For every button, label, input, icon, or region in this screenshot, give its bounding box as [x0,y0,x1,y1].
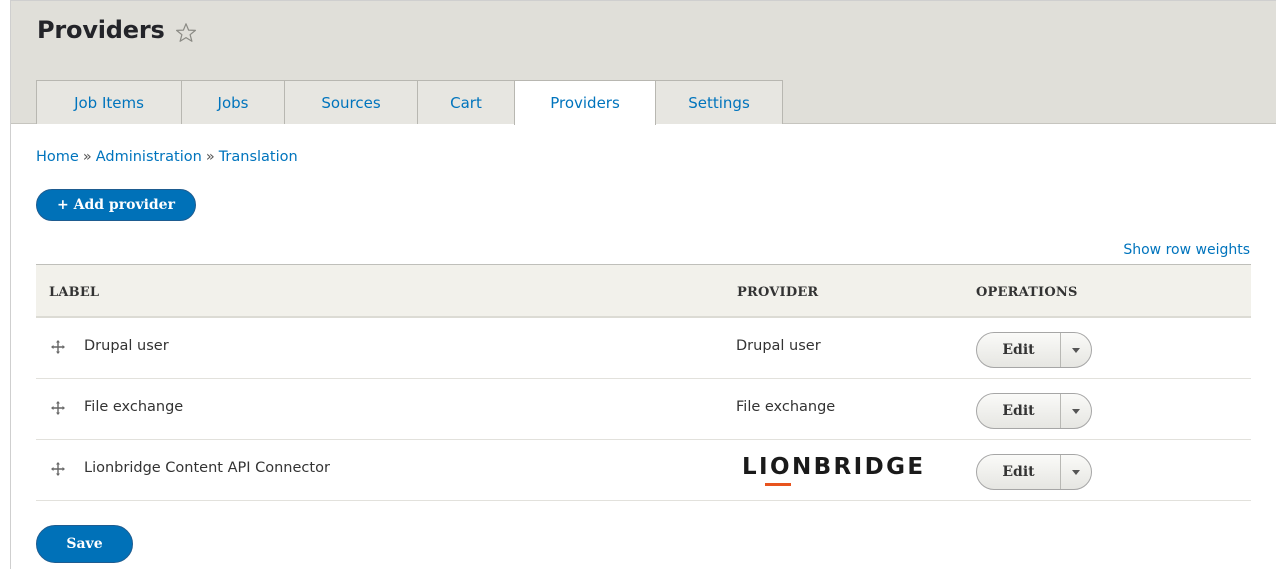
column-header-operations: OPERATIONS [976,285,1078,300]
lionbridge-logo-text: LIONBRIDGE [742,454,926,480]
tab-job-items[interactable]: Job Items [36,80,182,124]
save-button[interactable]: Save [36,525,133,563]
caret-down-icon [1072,408,1080,414]
row-label: Drupal user [84,338,169,354]
operations-dropbutton: Edit [976,454,1092,490]
providers-table: LABEL PROVIDER OPERATIONS Drupal user Dr… [36,264,1251,501]
operations-dropbutton: Edit [976,393,1092,429]
tab-providers[interactable]: Providers [514,80,656,125]
tab-sources[interactable]: Sources [284,80,418,124]
row-label: File exchange [84,399,184,415]
breadcrumb-administration[interactable]: Administration [96,149,202,165]
page-frame: Providers Job Items Jobs Sources Cart Pr… [10,0,1276,569]
breadcrumb-translation[interactable]: Translation [219,149,298,165]
star-outline-icon[interactable] [174,21,198,45]
page-header: Providers Job Items Jobs Sources Cart Pr… [11,1,1276,125]
row-provider: File exchange [736,399,836,415]
table-header: LABEL PROVIDER OPERATIONS [36,264,1251,318]
operations-toggle[interactable] [1061,455,1091,489]
drag-handle-icon[interactable] [50,461,66,477]
row-label: Lionbridge Content API Connector [84,460,330,476]
table-row: Lionbridge Content API Connector LIONBRI… [36,440,1251,501]
tab-settings[interactable]: Settings [655,80,783,124]
tab-cart[interactable]: Cart [417,80,515,124]
primary-tabs: Job Items Jobs Sources Cart Providers Se… [36,80,783,125]
edit-button[interactable]: Edit [977,455,1061,489]
column-header-label: LABEL [49,285,100,300]
operations-toggle[interactable] [1061,333,1091,367]
column-header-provider: PROVIDER [737,285,819,300]
drag-handle-icon[interactable] [50,400,66,416]
breadcrumb-separator: » [205,149,215,165]
breadcrumb-separator: » [82,149,92,165]
caret-down-icon [1072,469,1080,475]
row-provider: Drupal user [736,338,821,354]
tab-jobs[interactable]: Jobs [181,80,285,124]
operations-dropbutton: Edit [976,332,1092,368]
lionbridge-logo: LIONBRIDGE [742,454,950,486]
table-row: File exchange File exchange Edit [36,379,1251,440]
edit-button[interactable]: Edit [977,394,1061,428]
breadcrumb: Home» Administration» Translation [36,149,298,165]
table-row: Drupal user Drupal user Edit [36,318,1251,379]
edit-button[interactable]: Edit [977,333,1061,367]
caret-down-icon [1072,347,1080,353]
show-row-weights-link[interactable]: Show row weights [1123,242,1250,258]
operations-toggle[interactable] [1061,394,1091,428]
page-title: Providers [37,16,165,44]
add-provider-button[interactable]: + Add provider [36,189,196,221]
breadcrumb-home[interactable]: Home [36,149,79,165]
logo-underline [765,483,791,486]
drag-handle-icon[interactable] [50,339,66,355]
